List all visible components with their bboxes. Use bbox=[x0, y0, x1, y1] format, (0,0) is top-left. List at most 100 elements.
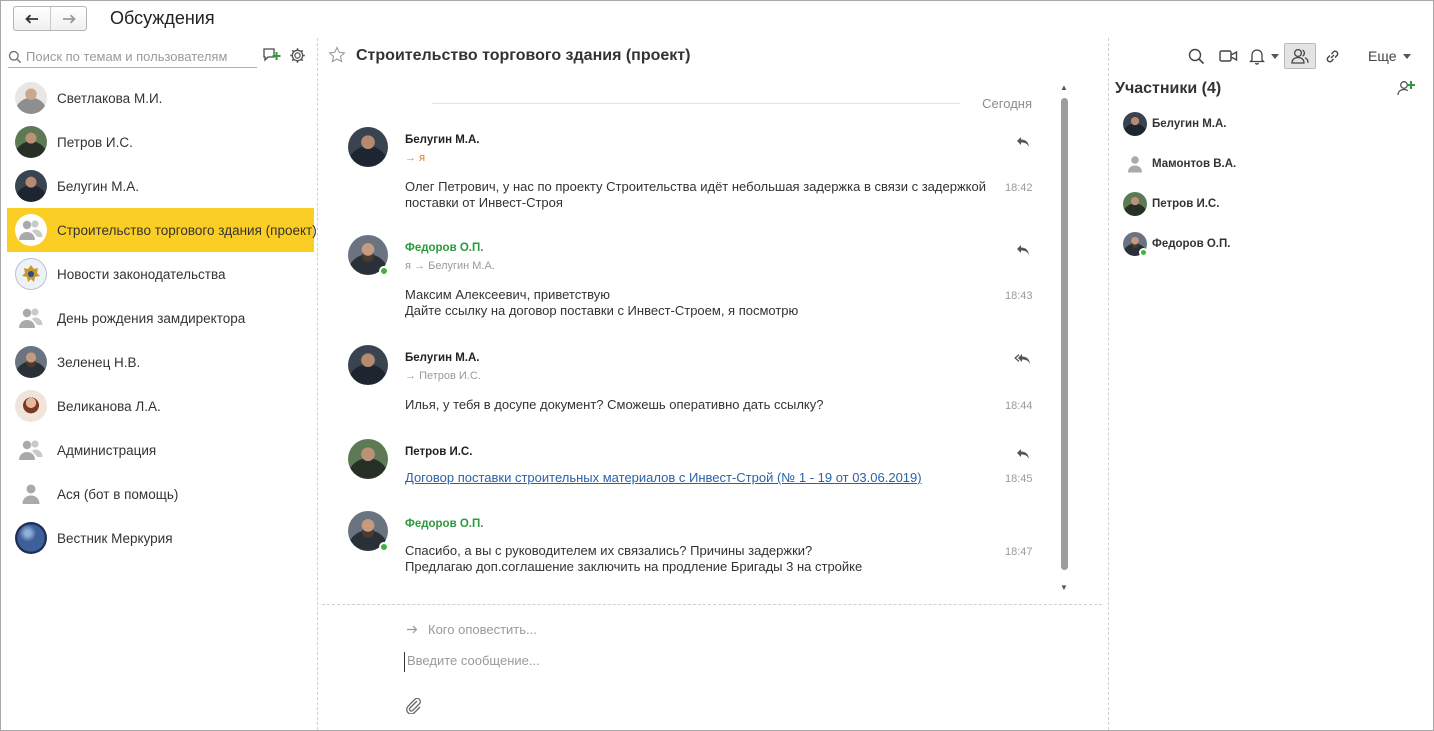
message-author[interactable]: Федоров О.П. bbox=[405, 242, 483, 254]
video-call-button[interactable] bbox=[1212, 43, 1244, 69]
reply-icon[interactable] bbox=[1016, 244, 1030, 256]
arrow-left-icon bbox=[25, 14, 38, 23]
message-time: 18:47 bbox=[1005, 546, 1033, 558]
conversation-item[interactable]: Новости законодательства bbox=[7, 252, 314, 296]
globe-avatar bbox=[15, 522, 47, 554]
scroll-up-icon[interactable]: ▲ bbox=[1060, 84, 1068, 92]
reply-all-icon[interactable] bbox=[1014, 353, 1032, 366]
recipient-name: Белугин М.А. bbox=[428, 260, 495, 272]
message: Федоров О.П. Спасибо, а вы с руководител… bbox=[348, 511, 1038, 591]
message: Белугин М.А. → я Олег Петрович, у нас по… bbox=[348, 127, 1038, 217]
conversation-item[interactable]: День рождения замдиректора bbox=[7, 296, 314, 340]
message-line: Илья, у тебя в досупе документ? Сможешь … bbox=[405, 397, 824, 412]
reply-icon[interactable] bbox=[1016, 448, 1030, 460]
conversation-label: Белугин М.А. bbox=[57, 178, 139, 194]
group-icon bbox=[19, 308, 43, 328]
message-line: Дайте ссылку на договор поставки с Инвес… bbox=[405, 303, 799, 318]
participant-item[interactable]: Федоров О.П. bbox=[1123, 232, 1230, 257]
conversation-item-active[interactable]: Строительство торгового здания (проект) bbox=[7, 208, 317, 252]
message-recipients: я → Белугин М.А. bbox=[405, 260, 495, 272]
avatar bbox=[15, 346, 47, 378]
group-avatar bbox=[15, 302, 47, 334]
message-time: 18:44 bbox=[1005, 400, 1033, 412]
bell-icon bbox=[1249, 48, 1265, 65]
message-author[interactable]: Белугин М.А. bbox=[405, 134, 480, 146]
recipient-arrow: → bbox=[405, 152, 416, 164]
new-discussion-icon[interactable] bbox=[262, 47, 281, 64]
conversation-header: Строительство торгового здания (проект) … bbox=[319, 38, 1433, 74]
conversation-label: Ася (бот в помощь) bbox=[57, 486, 179, 502]
avatar bbox=[15, 126, 47, 158]
gear-icon[interactable] bbox=[289, 47, 306, 64]
message-recipients: → Петров И.С. bbox=[405, 370, 481, 382]
message: Белугин М.А. → Петров И.С. Илья, у тебя … bbox=[348, 345, 1038, 415]
notifications-button[interactable] bbox=[1244, 43, 1284, 69]
scroll-down-icon[interactable]: ▼ bbox=[1060, 584, 1068, 592]
avatar bbox=[348, 345, 388, 385]
more-menu-button[interactable]: Еще bbox=[1368, 48, 1411, 64]
participant-name: Мамонтов В.А. bbox=[1152, 158, 1237, 170]
arrow-right-icon bbox=[407, 625, 418, 634]
copy-link-button[interactable] bbox=[1316, 43, 1348, 69]
participant-item[interactable]: Мамонтов В.А. bbox=[1123, 152, 1236, 176]
add-participant-icon[interactable] bbox=[1397, 80, 1415, 96]
notify-placeholder: Кого оповестить... bbox=[428, 622, 537, 637]
search-icon bbox=[8, 50, 22, 63]
date-separator-line bbox=[432, 103, 960, 104]
participant-name: Петров И.С. bbox=[1152, 198, 1220, 210]
recipient-name: я bbox=[419, 152, 426, 164]
participant-item[interactable]: Петров И.С. bbox=[1123, 192, 1219, 216]
message-author[interactable]: Федоров О.П. bbox=[405, 518, 483, 530]
emblem-icon bbox=[22, 265, 40, 282]
message-feed: Сегодня Белугин М.А. → я Олег Петрович, … bbox=[319, 76, 1109, 604]
avatar bbox=[1123, 232, 1148, 257]
emblem-avatar bbox=[15, 258, 47, 290]
conversations-panel: Поиск по темам и пользователям Светлаков… bbox=[1, 38, 318, 730]
conversation-item[interactable]: Зеленец Н.В. bbox=[7, 340, 314, 384]
paperclip-icon[interactable] bbox=[405, 698, 423, 714]
recipient-name: Петров И.С. bbox=[419, 370, 481, 382]
conversation-item[interactable]: Вестник Меркурия bbox=[7, 516, 314, 560]
conversation-label: Новости законодательства bbox=[57, 266, 226, 282]
message-line: Спасибо, а вы с руководителем их связали… bbox=[405, 543, 813, 558]
conversation-item[interactable]: Великанова Л.А. bbox=[7, 384, 314, 428]
user-icon bbox=[1128, 156, 1142, 173]
conversation-item[interactable]: Петров И.С. bbox=[7, 120, 314, 164]
avatar bbox=[348, 511, 389, 552]
message-input[interactable]: Введите сообщение... bbox=[404, 652, 1004, 672]
participant-item[interactable]: Белугин М.А. bbox=[1123, 112, 1227, 136]
reply-icon[interactable] bbox=[1016, 136, 1030, 148]
avatar bbox=[15, 390, 47, 422]
recipient-arrow: → bbox=[405, 370, 416, 382]
feed-scrollbar[interactable]: ▲ ▼ bbox=[1058, 84, 1070, 594]
more-label: Еще bbox=[1368, 48, 1397, 64]
composer-divider bbox=[322, 604, 1102, 605]
participants-toggle-button[interactable] bbox=[1284, 43, 1316, 69]
back-button[interactable] bbox=[14, 7, 50, 30]
star-icon[interactable] bbox=[328, 46, 346, 64]
conversation-item[interactable]: Белугин М.А. bbox=[7, 164, 314, 208]
message-time: 18:42 bbox=[1005, 182, 1033, 194]
forward-button[interactable] bbox=[50, 7, 86, 30]
avatar bbox=[348, 235, 389, 276]
message-author[interactable]: Белугин М.А. bbox=[405, 352, 480, 364]
message-line: Предлагаю доп.соглашение заключить на пр… bbox=[405, 559, 863, 574]
link-icon bbox=[1326, 50, 1338, 62]
message-text: Спасибо, а вы с руководителем их связали… bbox=[405, 543, 995, 575]
conversation-item[interactable]: Ася (бот в помощь) bbox=[7, 472, 314, 516]
message-author[interactable]: Петров И.С. bbox=[405, 446, 472, 458]
message-time: 18:43 bbox=[1005, 290, 1033, 302]
notify-field[interactable]: Кого оповестить... bbox=[407, 622, 537, 637]
search-button[interactable] bbox=[1180, 43, 1212, 69]
search-input[interactable]: Поиск по темам и пользователям bbox=[8, 46, 257, 68]
online-indicator bbox=[379, 542, 389, 552]
document-link[interactable]: Договор поставки строительных материалов… bbox=[405, 470, 922, 485]
participants-icon bbox=[1291, 48, 1309, 64]
scrollbar-thumb[interactable] bbox=[1061, 98, 1068, 570]
conversation-item[interactable]: Администрация bbox=[7, 428, 314, 472]
date-separator: Сегодня bbox=[432, 96, 1032, 111]
message-line: Олег Петрович, у нас по проекту Строител… bbox=[405, 179, 986, 194]
participants-title: Участники (4) bbox=[1115, 80, 1222, 97]
conversation-item[interactable]: Светлакова М.И. bbox=[7, 76, 314, 120]
navigation-buttons bbox=[13, 6, 87, 31]
